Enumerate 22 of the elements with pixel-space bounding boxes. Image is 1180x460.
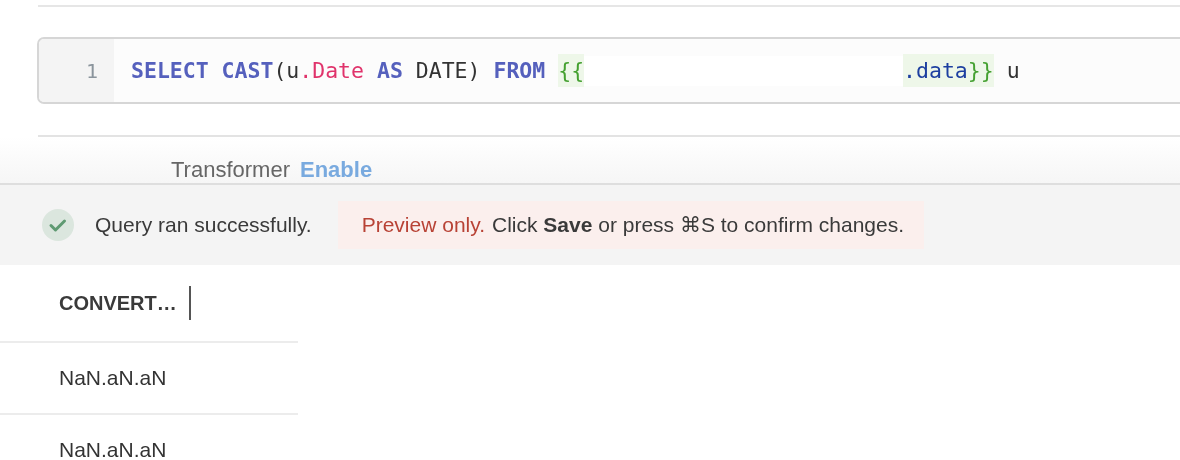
code-editor[interactable]: 1 SELECT CAST(u.Date AS DATE) FROM {{ .data}} u [37,37,1180,104]
column-header[interactable]: CONVERT… [59,291,177,315]
table-cell: NaN.aN.aN [59,366,167,390]
code-token: DATE) [414,58,482,83]
notice-label: Preview only. [361,213,485,237]
code-token: CAST [221,58,274,83]
code-token: .data [903,54,968,87]
code-token: {{ [558,54,585,87]
status-message: Query ran successfully. [95,213,312,237]
code-token: (u [273,58,300,83]
column-resize-handle[interactable] [188,286,191,320]
code-token: u [1005,58,1020,83]
code-token: SELECT [131,58,210,83]
code-token: .Date [299,58,365,83]
check-icon [41,208,75,242]
transformer-label: Transformer [171,157,290,183]
code-token: }} [967,54,994,87]
code-token: AS [376,58,403,83]
notice-text: Click Save or press ⌘S to confirm changes. [492,213,905,237]
table-cell: NaN.aN.aN [59,438,167,460]
line-number: 1 [85,58,98,83]
code-token: FROM [493,58,547,83]
